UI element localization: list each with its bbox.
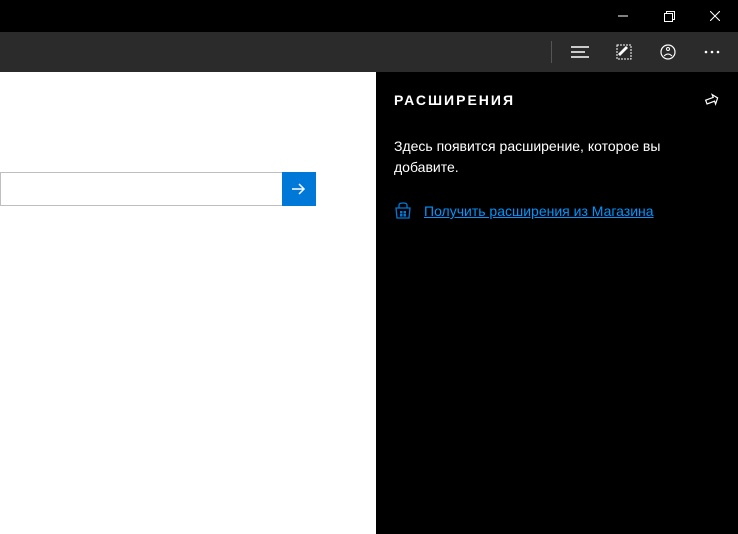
share-button[interactable] xyxy=(646,32,690,72)
browser-toolbar xyxy=(0,32,738,72)
more-button[interactable] xyxy=(690,32,734,72)
web-note-button[interactable] xyxy=(602,32,646,72)
search-box xyxy=(0,172,316,206)
toolbar-divider xyxy=(551,41,552,63)
empty-state-text: Здесь появится расширение, которое вы до… xyxy=(394,136,720,178)
panel-title: РАСШИРЕНИЯ xyxy=(394,92,515,108)
close-button[interactable] xyxy=(692,0,738,32)
store-icon xyxy=(394,202,412,220)
pin-button[interactable] xyxy=(704,92,720,108)
extensions-panel: РАСШИРЕНИЯ Здесь появится расширение, ко… xyxy=(376,72,738,534)
search-input[interactable] xyxy=(0,172,282,206)
get-extensions-link[interactable]: Получить расширения из Магазина xyxy=(424,203,654,219)
minimize-button[interactable] xyxy=(600,0,646,32)
arrow-right-icon xyxy=(290,180,308,198)
pin-icon xyxy=(704,92,720,108)
maximize-button[interactable] xyxy=(646,0,692,32)
main-content-area xyxy=(0,72,376,534)
window-titlebar xyxy=(0,0,738,32)
hub-button[interactable] xyxy=(558,32,602,72)
search-submit-button[interactable] xyxy=(282,172,316,206)
